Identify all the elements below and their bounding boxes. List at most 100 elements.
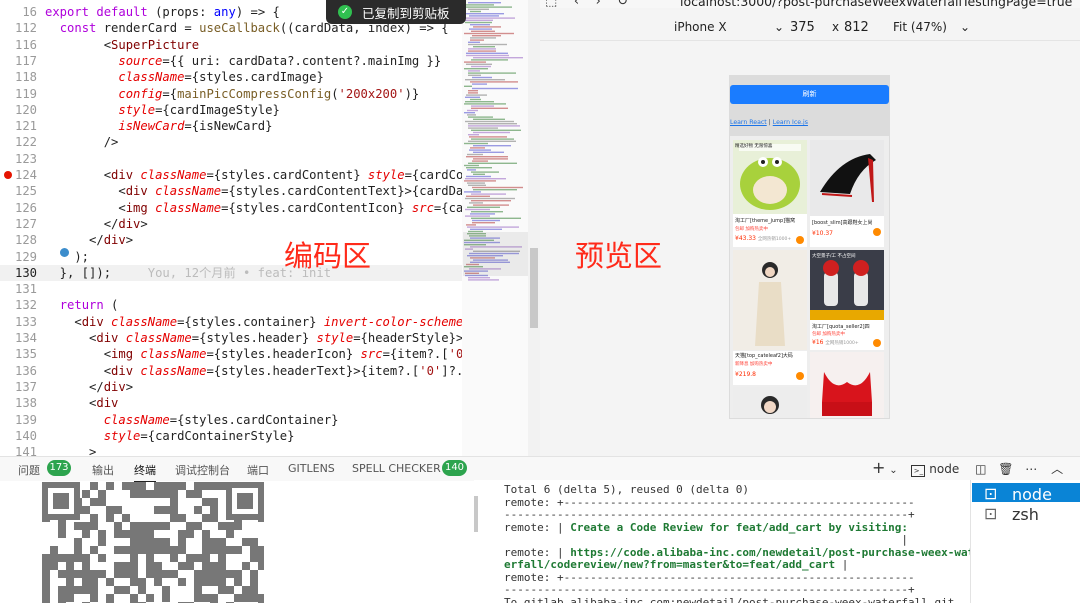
terminal-list-item-zsh[interactable]: ⊡ zsh: [972, 503, 1080, 524]
code-line[interactable]: 136 <div className={styles.headerText}>{…: [0, 363, 462, 379]
terminal-scrollbar[interactable]: [474, 496, 478, 532]
learn-react-link[interactable]: Learn React: [730, 119, 767, 126]
code-line[interactable]: 117 source={{ uri: cardData?.content?.ma…: [0, 53, 462, 69]
code-line[interactable]: 133 <div className={styles.container} in…: [0, 314, 462, 330]
tab-problems[interactable]: 问题: [18, 462, 40, 478]
code-line[interactable]: 125 <div className={styles.cardContentTe…: [0, 183, 462, 199]
chevron-down-icon[interactable]: ⌄: [889, 465, 897, 476]
line-code: </div>: [45, 216, 148, 231]
code-line[interactable]: 130 }, []); You, 12个月前 • feat: init: [0, 264, 462, 282]
high-heel-image: [810, 140, 884, 216]
editor-scrollbar-thumb[interactable]: [530, 248, 538, 328]
more-icon[interactable]: ⋯: [1025, 462, 1037, 476]
code-line[interactable]: 134 <div className={styles.header} style…: [0, 330, 462, 346]
cart-icon[interactable]: [796, 236, 804, 244]
tab-gitlens[interactable]: GITLENS: [288, 462, 335, 475]
line-code: style={cardContainerStyle}: [103, 428, 295, 443]
line-number: 139: [14, 412, 37, 427]
card-overlay: 大空景子/工 不占空间: [812, 254, 856, 259]
code-line[interactable]: 141 >: [0, 444, 462, 456]
refresh-button[interactable]: 刷新: [730, 85, 889, 104]
line-number: 121: [14, 119, 37, 134]
code-line[interactable]: 132 return (: [0, 297, 462, 313]
tab-debug-console[interactable]: 调试控制台: [175, 462, 230, 478]
line-number: 141: [14, 445, 37, 456]
line-code: isNewCard={isNewCard}: [118, 119, 273, 134]
learn-links: Learn React | Learn Ice.js: [730, 119, 808, 126]
line-number: 132: [14, 298, 37, 313]
line-code: <div className={styles.container} invert…: [45, 314, 462, 329]
lingerie-image: [810, 352, 884, 418]
terminal-icon: >_: [911, 465, 926, 477]
product-card[interactable]: 天猫[top_cateleaf2]大码 新降息 加购热卖中 ¥219.8: [733, 351, 807, 385]
split-terminal-icon[interactable]: ◫: [975, 462, 986, 476]
terminal-list-item-node[interactable]: ⊡ node: [972, 483, 1080, 504]
minimap[interactable]: [462, 0, 528, 456]
product-card[interactable]: [733, 387, 807, 418]
tab-terminal[interactable]: 终端: [134, 462, 156, 482]
code-line[interactable]: 131: [0, 281, 462, 297]
zoom-select[interactable]: Fit (47%): [893, 20, 947, 34]
cart-icon[interactable]: [873, 339, 881, 347]
code-line[interactable]: 135 <img className={styles.headerIcon} s…: [0, 346, 462, 362]
learn-icejs-link[interactable]: Learn Ice.js: [773, 119, 808, 126]
back-icon[interactable]: ‹: [574, 0, 579, 9]
code-line[interactable]: 120 style={cardImageStyle}: [0, 102, 462, 118]
reload-icon[interactable]: ↻: [617, 0, 628, 9]
code-editor[interactable]: 16 export default (props: any) => {112 co…: [0, 0, 462, 456]
code-line[interactable]: 137 </div>: [0, 379, 462, 395]
product-card[interactable]: [733, 250, 807, 350]
product-card[interactable]: 大空景子/工 不占空间 淘工厂[quota_seller2]四 包邮 加购热卖中…: [810, 250, 884, 350]
product-card[interactable]: [boost_slim]高跟鞋女上尚 ¥10.37: [810, 140, 884, 247]
add-terminal-icon[interactable]: +: [872, 458, 885, 477]
line-number: 120: [14, 102, 37, 117]
chevron-up-icon[interactable]: ︿: [1051, 462, 1063, 476]
code-line[interactable]: 127 </div>: [0, 216, 462, 232]
code-line[interactable]: 121 isNewCard={isNewCard}: [0, 118, 462, 134]
code-line[interactable]: 138 <div: [0, 395, 462, 411]
trash-icon[interactable]: 🗑: [998, 462, 1013, 476]
code-line[interactable]: 126 <img className={styles.cardContentIc…: [0, 200, 462, 216]
terminal-output[interactable]: Total 6 (delta 5), reused 0 (delta 0) rem…: [474, 480, 970, 603]
terminal-icon: ⊡: [984, 504, 998, 523]
code-line[interactable]: 140 style={cardContainerStyle}: [0, 428, 462, 444]
code-line[interactable]: 124 <div className={styles.cardContent} …: [0, 167, 462, 183]
width-input[interactable]: 375: [790, 20, 815, 35]
card-title: [boost_slim]高跟鞋女上尚: [812, 220, 873, 226]
height-input[interactable]: 812: [844, 20, 869, 35]
minimap-viewport[interactable]: [463, 232, 529, 276]
cart-icon[interactable]: [796, 372, 804, 380]
device-select[interactable]: iPhone X: [674, 20, 727, 34]
chevron-down-icon[interactable]: ⌄: [960, 20, 970, 34]
line-number: 138: [14, 396, 37, 411]
url-bar[interactable]: localhost:3000/?post-purchaseWeexWaterfa…: [680, 0, 1072, 9]
breakpoint-icon[interactable]: [4, 171, 12, 179]
code-line[interactable]: 122 />: [0, 134, 462, 150]
cart-icon[interactable]: [873, 228, 881, 236]
line-number: 122: [14, 135, 37, 150]
line-number: 112: [14, 21, 37, 36]
product-card[interactable]: [810, 352, 884, 418]
code-line[interactable]: 116 <SuperPicture: [0, 37, 462, 53]
line-code: className={styles.cardContainer}: [103, 412, 339, 427]
forward-icon[interactable]: ›: [596, 0, 601, 9]
code-line[interactable]: 119 config={mainPicCompressConfig('200x2…: [0, 86, 462, 102]
code-line[interactable]: 139 className={styles.cardContainer}: [0, 412, 462, 428]
line-code: return (: [59, 298, 119, 313]
copied-toast: ✓ 已复制到剪贴板: [326, 0, 466, 24]
devtools-icon[interactable]: ⬚: [545, 0, 557, 9]
line-code: <div: [45, 396, 119, 411]
chevron-down-icon[interactable]: ⌄: [774, 20, 784, 34]
line-number: 119: [14, 86, 37, 101]
code-line[interactable]: 118 className={styles.cardImage}: [0, 69, 462, 85]
card-title: 天猫[top_cateleaf2]大码: [735, 353, 793, 359]
editor-scrollbar[interactable]: [528, 0, 540, 456]
code-line[interactable]: 123: [0, 151, 462, 167]
terminal-name[interactable]: node: [929, 462, 959, 476]
code-line[interactable]: 128 </div>: [0, 232, 462, 248]
tab-ports[interactable]: 端口: [247, 462, 269, 478]
tab-output[interactable]: 输出: [92, 462, 114, 478]
product-card[interactable]: 精选好物 无限惊喜 淘工厂[theme_jump]猫窝 包邮 加购热卖中 ¥43…: [733, 140, 807, 247]
tab-spell-checker[interactable]: SPELL CHECKER: [352, 462, 441, 475]
code-line[interactable]: 129 );: [0, 249, 462, 265]
